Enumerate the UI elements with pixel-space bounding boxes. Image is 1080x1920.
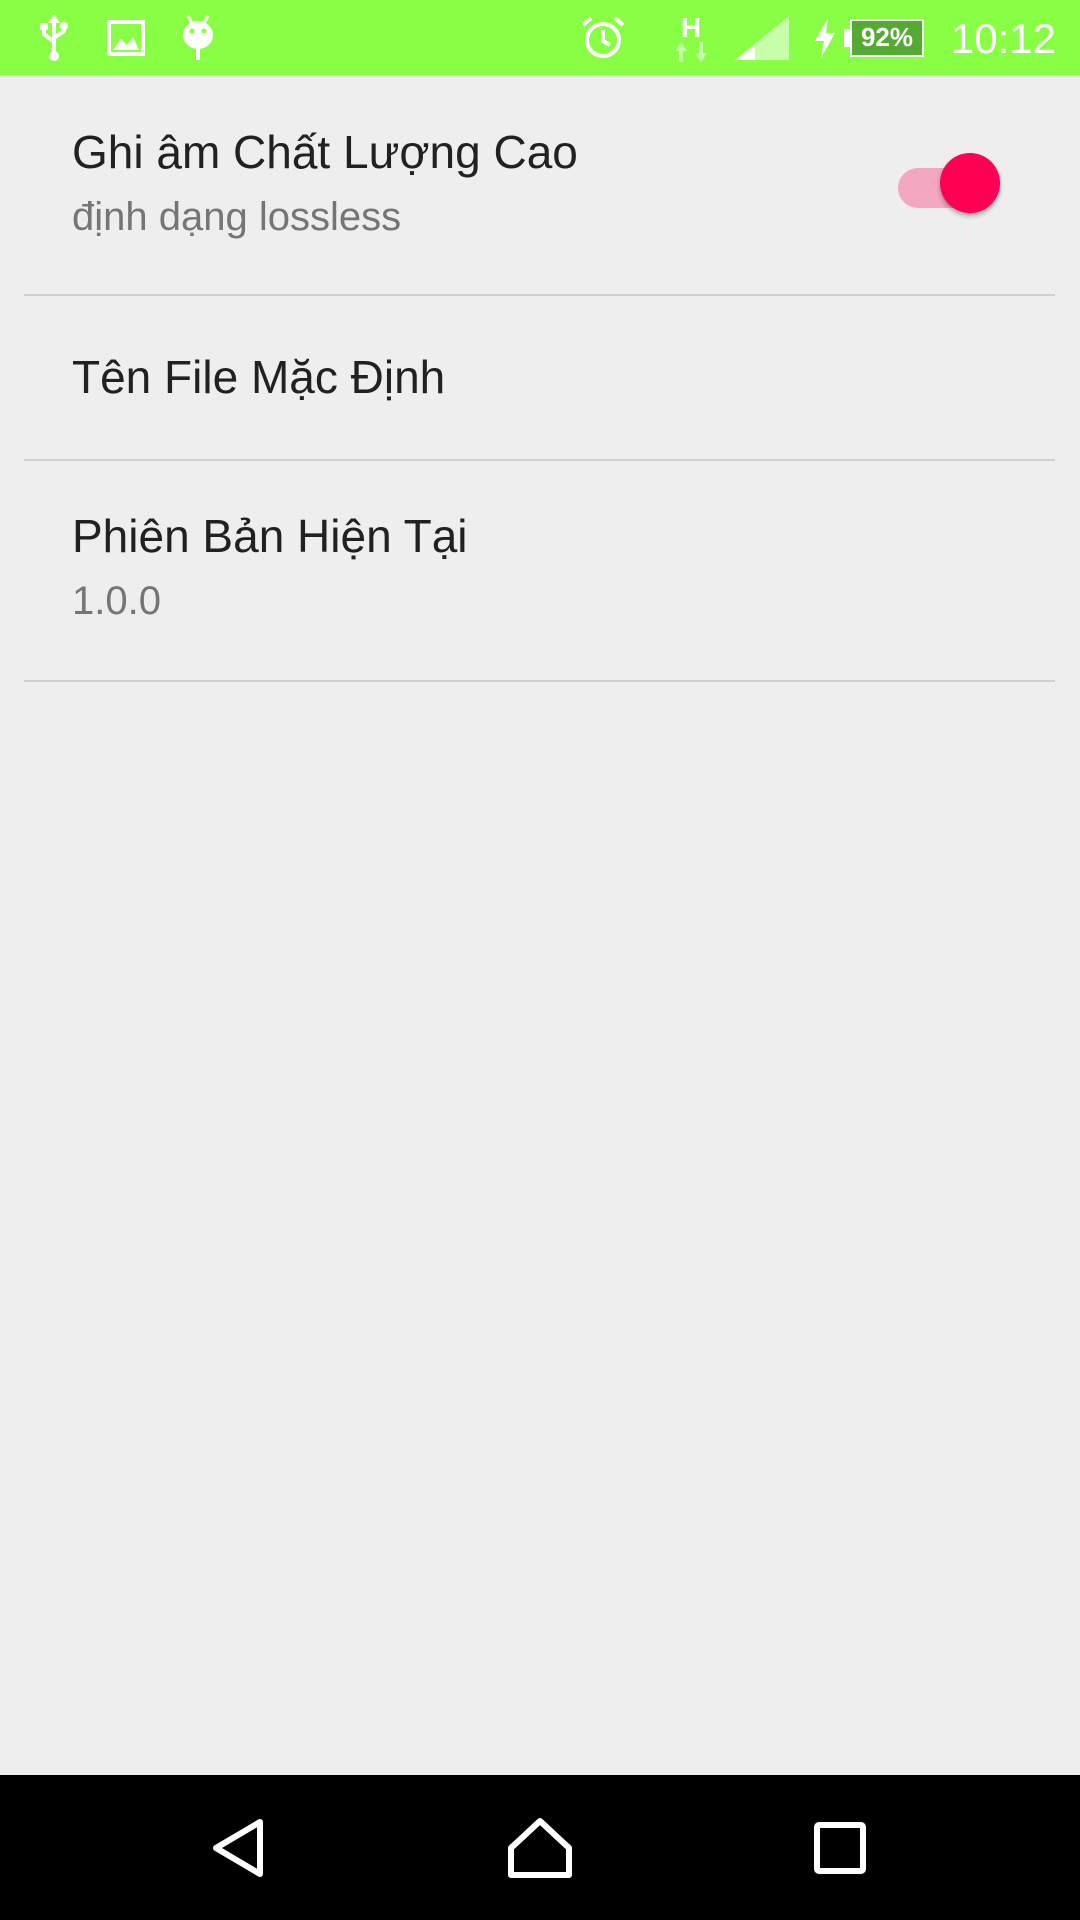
signal-icon (732, 0, 792, 75)
pref-default-file-name[interactable]: Tên File Mặc Định (0, 296, 1080, 459)
charging-icon (810, 0, 840, 75)
pref-summary: 1.0.0 (72, 579, 161, 623)
battery-percent: 92% (860, 22, 914, 52)
status-bar: H 92% 10:12 (0, 0, 1080, 75)
pref-title: Phiên Bản Hiện Tại (72, 510, 468, 562)
pref-title: Ghi âm Chất Lượng Cao (72, 126, 578, 178)
navigation-bar (0, 1775, 1080, 1920)
android-debug-icon (178, 0, 218, 75)
pref-title: Tên File Mặc Định (72, 351, 446, 403)
clock-time: 10:12 (950, 15, 1056, 62)
pref-current-version[interactable]: Phiên Bản Hiện Tại 1.0.0 (0, 461, 1080, 680)
usb-icon (34, 0, 74, 75)
recents-button[interactable] (780, 1775, 900, 1920)
back-button[interactable] (180, 1775, 300, 1920)
home-icon (508, 1817, 572, 1878)
pref-summary: định dạng lossless (72, 195, 402, 239)
back-icon (213, 1818, 263, 1877)
high-quality-switch[interactable] (898, 153, 1000, 217)
recents-icon (814, 1821, 866, 1874)
battery-icon: 92% (842, 0, 926, 75)
divider (24, 680, 1055, 682)
image-icon (106, 0, 146, 75)
home-button[interactable] (480, 1775, 600, 1920)
network-type-label: H (680, 11, 702, 43)
pref-high-quality-recording[interactable]: Ghi âm Chất Lượng Cao định dạng lossless (0, 75, 1080, 294)
alarm-icon (578, 0, 628, 75)
network-h-icon: H (668, 0, 714, 75)
switch-thumb (940, 153, 1000, 213)
settings-list: Ghi âm Chất Lượng Cao định dạng lossless… (0, 75, 1080, 682)
